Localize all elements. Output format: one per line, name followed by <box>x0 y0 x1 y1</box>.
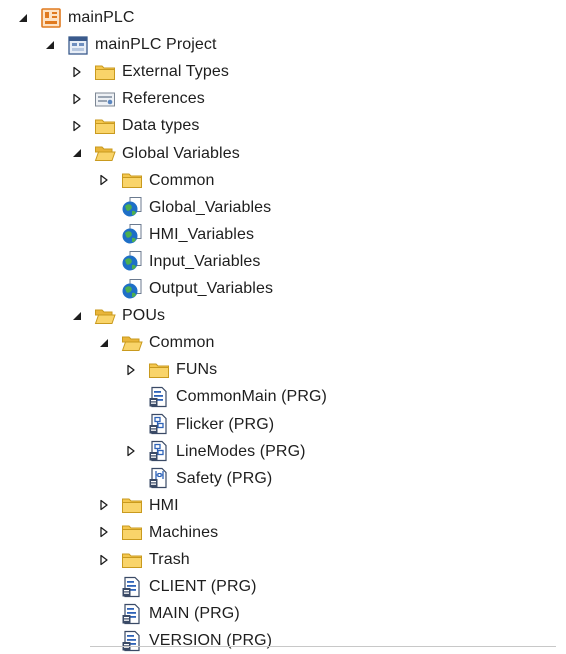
folder-open-icon <box>94 305 116 327</box>
tree-node-label: HMI <box>149 496 179 514</box>
references-icon <box>94 88 116 110</box>
folder-icon <box>121 169 143 191</box>
tree-node-client-prg[interactable]: CLIENT (PRG) <box>95 573 257 600</box>
tree-node-label: POUs <box>122 307 166 325</box>
gvl-icon <box>121 278 143 300</box>
tree-node-machines[interactable]: Machines <box>95 519 218 546</box>
folder-icon <box>121 521 143 543</box>
tree-node-label: mainPLC <box>68 9 135 26</box>
folder-icon <box>121 549 143 571</box>
tree-node-label: CLIENT (PRG) <box>149 578 257 596</box>
divider <box>90 646 556 647</box>
tree-node-common[interactable]: Common <box>95 329 215 356</box>
tree-node-common[interactable]: Common <box>95 167 215 194</box>
tree-node-label: References <box>122 90 205 108</box>
tree-node-label: Output_Variables <box>149 280 274 297</box>
tree-node-flicker-prg[interactable]: Flicker (PRG) <box>122 411 274 438</box>
tree-node-linemodes-prg[interactable]: LineModes (PRG) <box>122 438 306 465</box>
collapsed-arrow-icon[interactable] <box>68 63 86 81</box>
program-cfc-icon <box>148 440 170 462</box>
tree-node-label: Global_Variables <box>149 198 272 216</box>
tree-node-label: Input_Variables <box>149 252 261 270</box>
gvl-icon <box>121 223 143 245</box>
tree-node-label: Global Variables <box>122 144 240 162</box>
tree-node-label: Common <box>149 334 215 352</box>
plc-icon <box>40 7 62 29</box>
expanded-arrow-icon[interactable] <box>95 334 113 352</box>
tree-node-mainplc[interactable]: mainPLC <box>14 4 135 31</box>
collapsed-arrow-icon[interactable] <box>95 551 113 569</box>
expanded-arrow-icon[interactable] <box>41 36 59 54</box>
project-icon <box>67 34 89 56</box>
program-st-icon <box>121 630 143 652</box>
program-cfc-icon <box>148 413 170 435</box>
expanded-arrow-icon[interactable] <box>14 9 32 27</box>
tree-node-references[interactable]: References <box>68 85 205 112</box>
gvl-icon <box>121 196 143 218</box>
collapsed-arrow-icon[interactable] <box>122 361 140 379</box>
tree-node-output-variables[interactable]: Output_Variables <box>95 275 273 302</box>
tree-node-hmi-variables[interactable]: HMI_Variables <box>95 221 254 248</box>
solution-explorer-tree: mainPLC mainPLC Project External Types R… <box>0 0 566 652</box>
program-st-icon <box>121 603 143 625</box>
tree-node-external-types[interactable]: External Types <box>68 58 229 85</box>
tree-node-global-variables[interactable]: Global_Variables <box>95 194 271 221</box>
collapsed-arrow-icon[interactable] <box>68 90 86 108</box>
program-ld-icon <box>148 467 170 489</box>
tree-node-label: External Types <box>122 63 229 81</box>
program-st-icon <box>121 576 143 598</box>
tree-node-label: FUNs <box>176 361 218 379</box>
collapsed-arrow-icon[interactable] <box>68 117 86 135</box>
tree-node-label: Machines <box>149 523 219 541</box>
tree-node-safety-prg[interactable]: Safety (PRG) <box>122 465 272 492</box>
tree-node-label: LineModes (PRG) <box>176 442 306 460</box>
tree-node-label: mainPLC Project <box>95 36 217 54</box>
tree-node-funs[interactable]: FUNs <box>122 356 217 383</box>
collapsed-arrow-icon[interactable] <box>95 496 113 514</box>
tree-node-commonmain-prg[interactable]: CommonMain (PRG) <box>122 383 327 410</box>
expanded-arrow-icon[interactable] <box>68 307 86 325</box>
collapsed-arrow-icon[interactable] <box>122 442 140 460</box>
tree-node-hmi[interactable]: HMI <box>95 492 179 519</box>
tree-node-input-variables[interactable]: Input_Variables <box>95 248 261 275</box>
tree-node-label: HMI_Variables <box>149 225 255 243</box>
folder-open-icon <box>94 142 116 164</box>
collapsed-arrow-icon[interactable] <box>95 171 113 189</box>
tree-node-global-variables[interactable]: Global Variables <box>68 140 240 167</box>
folder-icon <box>94 61 116 83</box>
folder-icon <box>121 494 143 516</box>
tree-node-label: Flicker (PRG) <box>176 415 275 433</box>
folder-open-icon <box>121 332 143 354</box>
collapsed-arrow-icon[interactable] <box>95 523 113 541</box>
tree-node-pous[interactable]: POUs <box>68 302 165 329</box>
tree-node-data-types[interactable]: Data types <box>68 112 199 139</box>
tree-node-label: MAIN (PRG) <box>149 605 240 623</box>
tree-node-label: Data types <box>122 117 200 135</box>
expanded-arrow-icon[interactable] <box>68 144 86 162</box>
tree-node-label: Trash <box>149 551 190 568</box>
program-st-icon <box>148 386 170 408</box>
folder-icon <box>94 115 116 137</box>
tree-node-label: Safety (PRG) <box>176 469 273 487</box>
gvl-icon <box>121 250 143 272</box>
tree-node-mainplc-project[interactable]: mainPLC Project <box>41 31 217 58</box>
tree-node-label: Common <box>149 171 215 189</box>
tree-node-trash[interactable]: Trash <box>95 546 190 573</box>
tree-node-label: CommonMain (PRG) <box>176 388 327 406</box>
folder-icon <box>148 359 170 381</box>
tree-node-main-prg[interactable]: MAIN (PRG) <box>95 600 240 627</box>
